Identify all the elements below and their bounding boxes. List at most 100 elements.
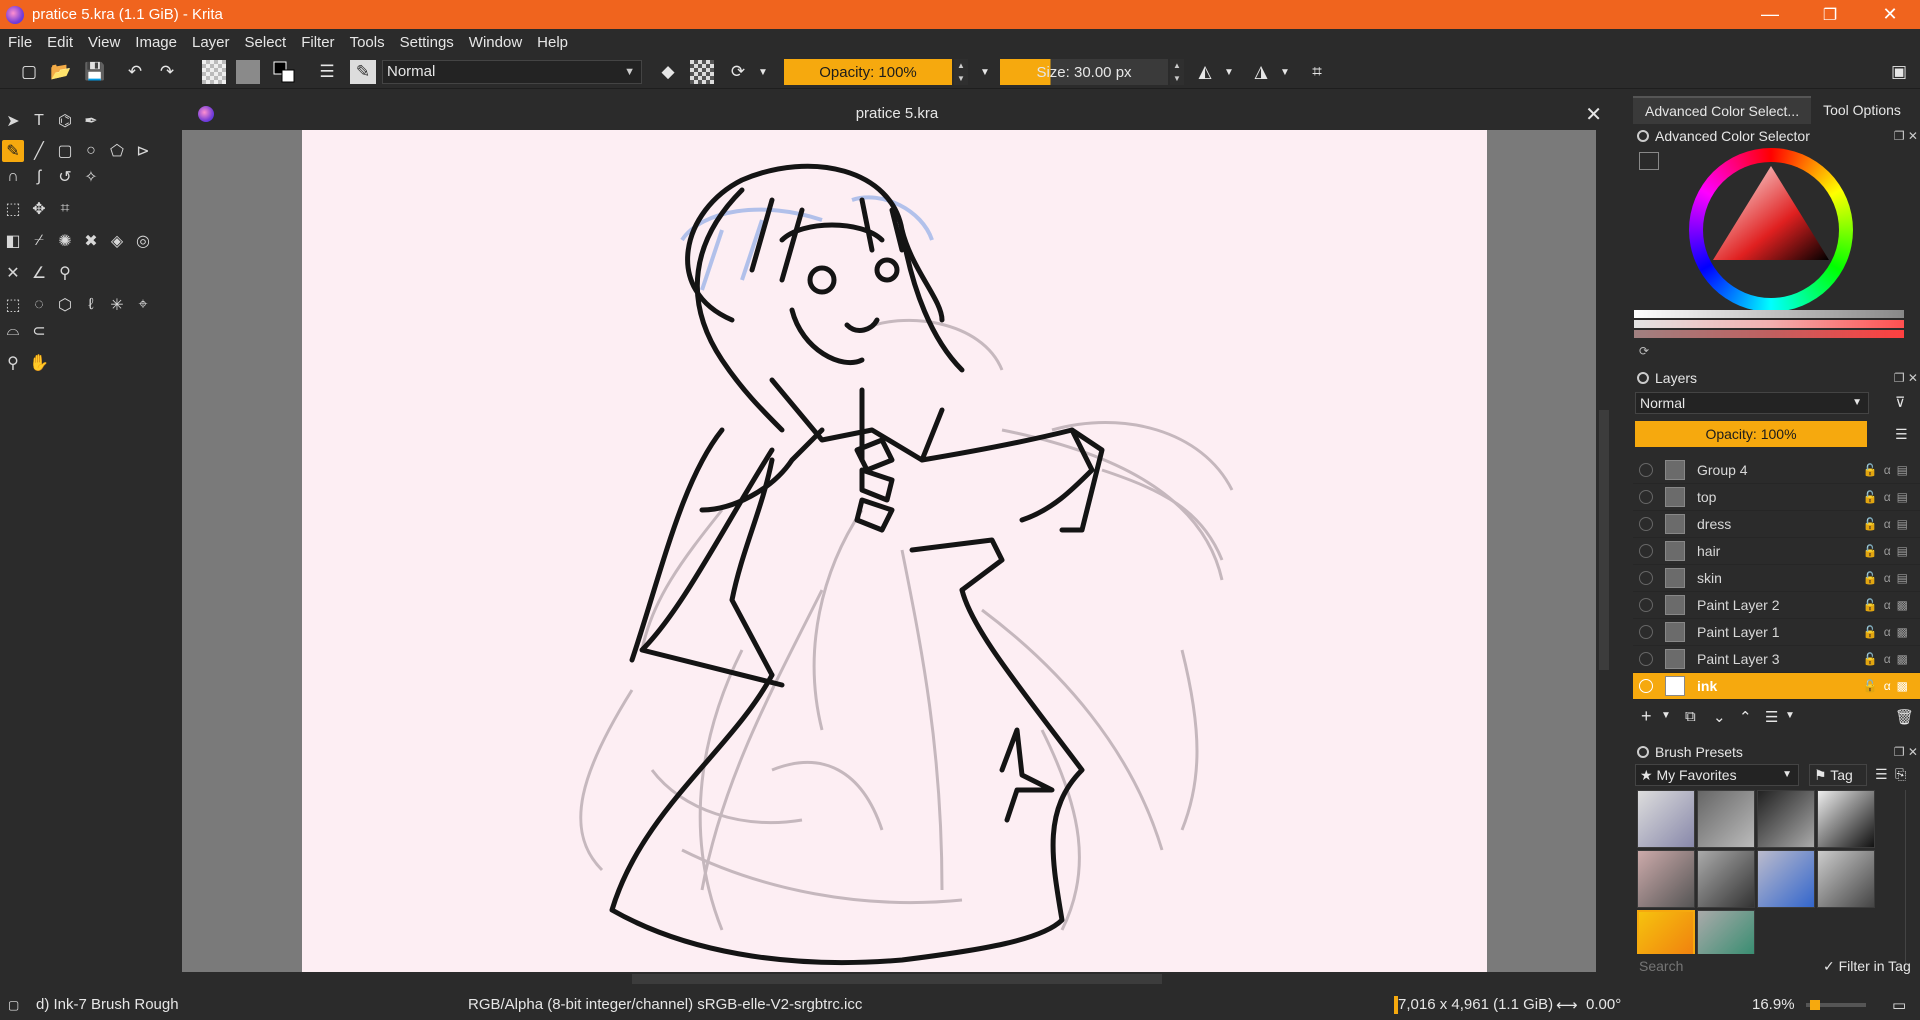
brush-preset-item[interactable]	[1817, 790, 1875, 848]
undo-icon[interactable]: ↶	[124, 60, 146, 84]
visibility-icon[interactable]	[1639, 571, 1653, 585]
hue-slider[interactable]	[1634, 330, 1904, 338]
color-wheel[interactable]	[1689, 148, 1853, 312]
fill-gradient-icon[interactable]	[202, 60, 226, 84]
panel-float-close-icon[interactable]: ❐ ✕	[1894, 745, 1918, 759]
chevron-down-icon[interactable]: ▼	[978, 60, 992, 84]
chevron-down-icon[interactable]: ▼	[1222, 60, 1236, 84]
freehand-path-icon[interactable]: ʃ	[28, 166, 50, 188]
saturation-slider[interactable]	[1634, 320, 1904, 328]
rect-select-icon[interactable]: ⬚	[2, 294, 24, 316]
fill-tool-icon[interactable]: ◈	[106, 230, 128, 252]
tag-filter-select[interactable]: ★ My Favorites ▼	[1635, 764, 1799, 786]
panel-lock-icon[interactable]	[1637, 746, 1649, 758]
fit-view-icon[interactable]: ▭	[1892, 996, 1906, 1014]
transform-tool-icon[interactable]: ⬚	[2, 198, 24, 220]
panel-float-close-icon[interactable]: ❐ ✕	[1894, 129, 1918, 143]
redo-icon[interactable]: ↷	[156, 60, 178, 84]
assistant-tool-icon[interactable]: ✕	[2, 262, 24, 284]
menu-file[interactable]: File	[8, 34, 32, 51]
layer-properties-icons[interactable]: 🔓α▤	[1863, 571, 1914, 585]
delete-layer-icon[interactable]: 🗑	[1895, 708, 1914, 726]
add-layer-icon[interactable]: +	[1641, 706, 1652, 727]
wrap-around-icon[interactable]: ⌗	[1304, 60, 1330, 84]
menu-tools[interactable]: Tools	[350, 34, 385, 51]
menu-view[interactable]: View	[88, 34, 120, 51]
crop-tool-icon[interactable]: ⌗	[54, 198, 76, 220]
layer-options-icon[interactable]: ☰	[1895, 426, 1908, 443]
freehand-brush-icon[interactable]: ✎	[2, 140, 24, 162]
calligraphy-icon[interactable]: ✒	[80, 110, 102, 132]
opacity-slider[interactable]: Opacity: 100%	[784, 59, 952, 85]
reload-preset-icon[interactable]: ⟳	[726, 60, 750, 84]
zoom-value[interactable]: 16.9%	[1752, 996, 1795, 1013]
zoom-tool-icon[interactable]: ⚲	[2, 352, 24, 374]
opacity-spinner[interactable]: ▲ ▼	[954, 59, 968, 85]
blend-mode-select[interactable]: Normal ▼	[382, 60, 642, 84]
chevron-down-icon[interactable]: ▼	[1278, 60, 1292, 84]
chevron-down-icon[interactable]: ▼	[1785, 710, 1795, 721]
layer-properties-icons[interactable]: 🔓α▩	[1863, 598, 1914, 612]
menu-edit[interactable]: Edit	[47, 34, 73, 51]
chevron-down-icon[interactable]: ▼	[756, 60, 770, 84]
size-spinner[interactable]: ▲ ▼	[1170, 59, 1184, 85]
multibrush-icon[interactable]: ✧	[80, 166, 102, 188]
visibility-icon[interactable]	[1639, 544, 1653, 558]
menu-help[interactable]: Help	[537, 34, 568, 51]
magnetic-select-icon[interactable]: ⊂	[28, 320, 50, 342]
contiguous-select-icon[interactable]: ✳	[106, 294, 128, 316]
drawing-canvas[interactable]	[302, 130, 1487, 972]
colorize-mask-icon[interactable]: ✖	[80, 230, 102, 252]
new-document-icon[interactable]: ▢	[18, 60, 40, 84]
freehand-select-icon[interactable]: ℓ	[80, 294, 102, 316]
bezier-select-icon[interactable]: ⌓	[2, 320, 24, 342]
bezier-tool-icon[interactable]: ∩	[2, 166, 24, 188]
panel-lock-icon[interactable]	[1637, 372, 1649, 384]
visibility-icon[interactable]	[1639, 490, 1653, 504]
polyline-tool-icon[interactable]: ⊳	[132, 140, 154, 162]
brush-settings-icon[interactable]: ☰	[316, 60, 338, 84]
layer-item[interactable]: Group 4 🔓α▤	[1633, 457, 1920, 484]
visibility-icon[interactable]	[1639, 679, 1653, 693]
layer-item[interactable]: Paint Layer 1 🔓α▩	[1633, 619, 1920, 646]
enclose-fill-icon[interactable]: ◎	[132, 230, 154, 252]
brush-preset-item[interactable]	[1697, 790, 1755, 848]
tab-tool-options[interactable]: Tool Options	[1811, 96, 1913, 124]
save-document-icon[interactable]: 💾	[84, 60, 106, 84]
mirror-vertical-icon[interactable]: ◮	[1248, 60, 1274, 84]
layer-properties-icons[interactable]: 🔓α▤	[1863, 544, 1914, 558]
layer-item[interactable]: Paint Layer 3 🔓α▩	[1633, 646, 1920, 673]
panel-float-close-icon[interactable]: ❐ ✕	[1894, 371, 1918, 385]
line-tool-icon[interactable]: ╱	[28, 140, 50, 162]
open-document-icon[interactable]: 📂	[50, 60, 72, 84]
color-triangle[interactable]	[1689, 148, 1853, 312]
layer-item-active[interactable]: ink 🔓α▩	[1633, 673, 1920, 700]
size-slider[interactable]: Size: 30.00 px	[1000, 59, 1168, 85]
gradient-tool-icon[interactable]: ◧	[2, 230, 24, 252]
document-tab[interactable]: pratice 5.kra ✕	[182, 96, 1612, 130]
layer-item[interactable]: Paint Layer 2 🔓α▩	[1633, 592, 1920, 619]
brush-preset-icon[interactable]: ✎	[350, 60, 376, 84]
duplicate-layer-icon[interactable]: ⧉	[1685, 708, 1696, 725]
zoom-slider-handle[interactable]	[1810, 1000, 1820, 1010]
reference-tool-icon[interactable]: ⚲	[54, 262, 76, 284]
layer-item[interactable]: dress 🔓α▤	[1633, 511, 1920, 538]
chevron-down-icon[interactable]: ▼	[1661, 710, 1671, 721]
horizontal-scroll-thumb[interactable]	[632, 974, 1162, 984]
visibility-icon[interactable]	[1639, 652, 1653, 666]
measure-tool-icon[interactable]: ∠	[28, 262, 50, 284]
vertical-scroll-thumb[interactable]	[1599, 410, 1609, 670]
maximize-button[interactable]: ❐	[1800, 0, 1860, 29]
menu-settings[interactable]: Settings	[400, 34, 454, 51]
tag-button[interactable]: ⚑ Tag	[1809, 764, 1867, 786]
layer-properties-icon[interactable]: ☰	[1765, 708, 1778, 726]
layer-item[interactable]: hair 🔓α▤	[1633, 538, 1920, 565]
horizontal-scrollbar[interactable]	[182, 972, 1612, 986]
layer-properties-icons[interactable]: 🔓α▤	[1863, 490, 1914, 504]
brush-preset-item[interactable]	[1637, 790, 1695, 848]
tab-advanced-color-selector[interactable]: Advanced Color Select...	[1633, 96, 1812, 124]
filter-in-tag-checkbox[interactable]: ✓ Filter in Tag	[1823, 958, 1911, 975]
menu-image[interactable]: Image	[135, 34, 177, 51]
layer-item[interactable]: skin 🔓α▤	[1633, 565, 1920, 592]
close-document-icon[interactable]: ✕	[1585, 102, 1602, 127]
